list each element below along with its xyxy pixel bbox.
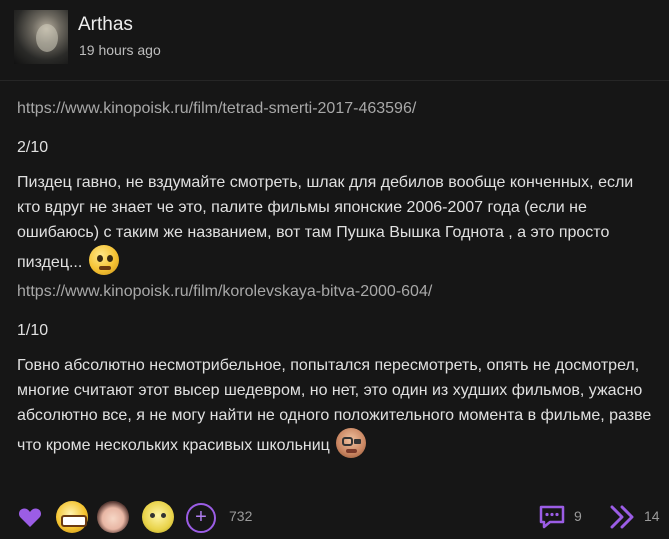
rating-1: 2/10 — [17, 139, 49, 156]
shares-count: 14 — [644, 508, 660, 524]
worried-face-icon — [88, 245, 119, 275]
comments-icon[interactable] — [538, 504, 566, 530]
comments-count: 9 — [574, 508, 582, 524]
heart-icon[interactable] — [18, 506, 42, 528]
movie-link-1[interactable]: https://www.kinopoisk.ru/film/tetrad-sme… — [17, 96, 657, 121]
add-reaction-button[interactable]: + — [186, 503, 216, 533]
grin-reaction-icon[interactable] — [56, 501, 88, 533]
review-text-2-body: Говно абсолютно несмотрибельное, попытал… — [17, 357, 652, 454]
rating-2: 1/10 — [17, 322, 49, 339]
reaction-count: 732 — [229, 508, 253, 524]
author-name[interactable]: Arthas — [78, 14, 133, 36]
gentleman-face-icon — [336, 428, 367, 458]
anime-girl-reaction-icon[interactable] — [97, 501, 129, 533]
share-icon[interactable] — [609, 504, 637, 530]
review-text-2: Говно абсолютно несмотрибельное, попытал… — [17, 353, 657, 458]
smile-reaction-icon[interactable] — [142, 501, 174, 533]
post-timestamp[interactable]: 19 hours ago — [79, 42, 161, 58]
avatar[interactable] — [14, 10, 68, 64]
review-text-1: Пиздец гавно, не вздумайте смотреть, шла… — [17, 170, 657, 275]
post-body: https://www.kinopoisk.ru/film/tetrad-sme… — [17, 96, 657, 458]
post-footer: + 732 9 14 — [0, 496, 669, 539]
movie-link-2[interactable]: https://www.kinopoisk.ru/film/korolevska… — [17, 279, 657, 304]
post-header: Arthas 19 hours ago — [0, 0, 669, 81]
